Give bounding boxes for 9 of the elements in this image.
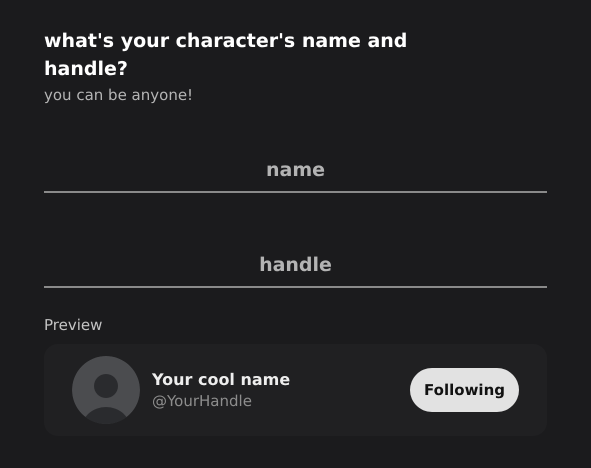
- input-field[interactable]: name: [44, 157, 547, 193]
- heading: what's your character's name and handle?: [44, 29, 408, 82]
- input-field[interactable]: handle: [44, 252, 547, 288]
- display-name: Your cool name: [152, 370, 292, 389]
- following-button[interactable]: Following: [410, 368, 519, 412]
- avatar-icon: [72, 356, 140, 424]
- user-handle: @YourHandle: [152, 392, 253, 410]
- subtitle: you can be anyone!: [44, 85, 194, 105]
- preview-label: Preview: [44, 316, 104, 334]
